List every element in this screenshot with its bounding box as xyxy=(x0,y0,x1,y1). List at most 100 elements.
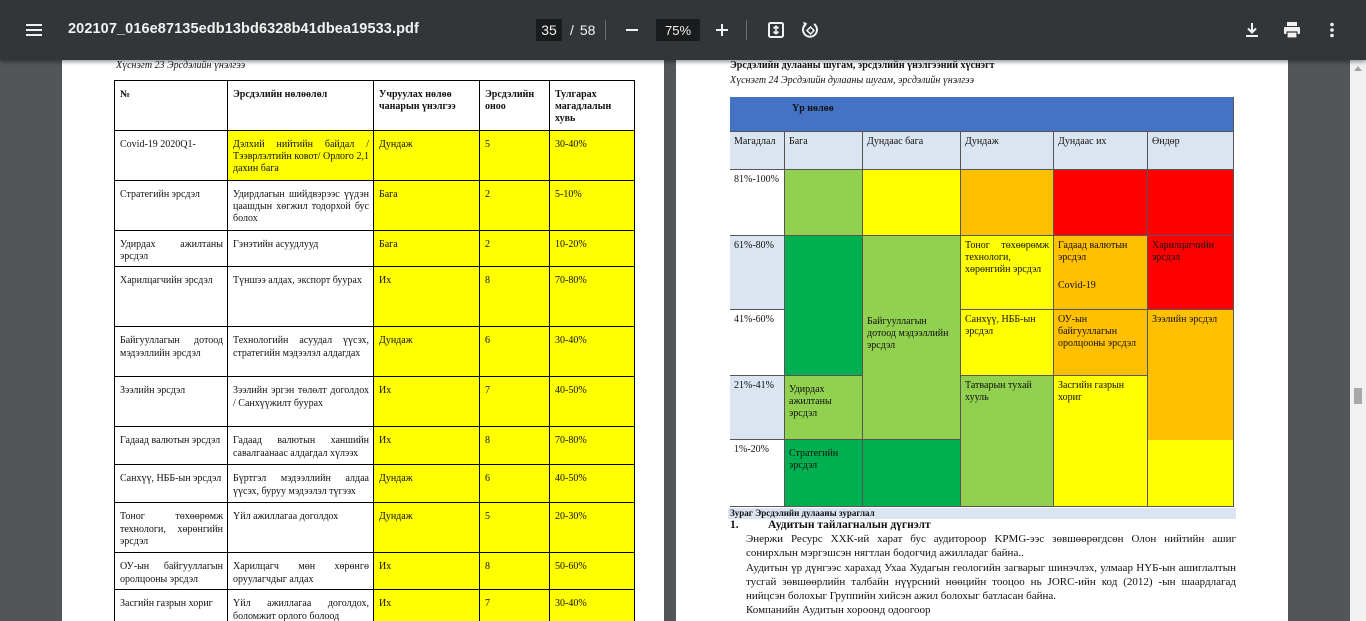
risk-impact-cell: Гадаад валютын ханшийн савалгаанаас алда… xyxy=(227,426,374,466)
heat-cell xyxy=(1148,170,1234,236)
matrix-row-label: 1%-20% xyxy=(730,440,785,507)
scroll-up-arrow-icon[interactable] xyxy=(1354,66,1362,71)
heat-cell xyxy=(1148,440,1234,507)
risk-impact-cell: Түншээ алдах, экспорт буурах xyxy=(227,266,374,328)
table-row: Байгууллагын дотоод мэдээллийн эрсдэл Тех… xyxy=(114,326,635,378)
table-row: Тоног төхөөрөмж технологи, хөрөнгийн эрс… xyxy=(114,502,635,554)
page-number-input[interactable] xyxy=(536,19,562,41)
heat-cell-strateg: Стратегийн эрсдэл xyxy=(785,440,863,507)
fit-page-icon[interactable] xyxy=(760,14,792,46)
table-row: Стратегийн эрсдэл Удирдлагын шийдвэрээс ү… xyxy=(114,180,635,231)
plus-icon[interactable] xyxy=(706,14,738,46)
risk-probability-cell: 40-50% xyxy=(549,376,635,428)
risk-name-cell: Зээлийн эрсдэл xyxy=(114,376,228,428)
risk-quality-cell: Дундаж xyxy=(373,130,480,181)
risk-name-cell: Байгууллагын дотоод мэдээллийн эрсдэл xyxy=(114,326,228,378)
matrix-top-label: Үр нөлөө xyxy=(730,97,1234,132)
table-row: Удирдах ажилтаны эрсдэл Гэнэтийн асуудлуу… xyxy=(114,229,635,268)
risk-name-cell: Засгийн газрын хориг xyxy=(114,589,228,621)
toolbar-divider xyxy=(605,20,606,40)
risk-name-cell: Тоног төхөөрөмж технологи, хөрөнгийн эрс… xyxy=(114,502,228,554)
header-cell: Учруулах нөлөө чанарын үнэлгээ xyxy=(373,80,480,131)
risk-name-cell: Харилцагчийн эрсдэл xyxy=(114,266,228,328)
matrix-col-header: Дундаас бага xyxy=(863,132,961,170)
table-row: Харилцагчийн эрсдэл Түншээ алдах, экспорт… xyxy=(114,266,635,328)
section-title: 1. Аудитын тайлагналын дүгнэлт xyxy=(730,519,931,531)
more-vert-icon[interactable] xyxy=(1316,14,1348,46)
heat-cell xyxy=(785,236,863,376)
heat-cell xyxy=(785,170,863,236)
section-number: 1. xyxy=(730,519,739,531)
risk-score-cell: 6 xyxy=(479,326,550,378)
risk-impact-cell: Удирдлагын шийдвэрээс үүдэн цаашдын хөгж… xyxy=(227,180,374,231)
risk-quality-cell: Дундаж xyxy=(373,464,480,504)
heat-cell-sanhuu: Санхүү, НББ-ын эрсдэл xyxy=(961,310,1054,376)
header-cell: Эрсдэлийн оноо xyxy=(479,80,550,131)
risk-quality-cell: Их xyxy=(373,552,480,591)
paragraph: Энержи Ресурс ХХК-ий харат бус аудитороо… xyxy=(746,533,1236,559)
risk-impact-cell: Бүртгэл мэдээллийн алдаа үүсэх, буруу мэ… xyxy=(227,464,374,504)
heat-cell-gadaad: Гадаад валютын эрсдэл Covid-19 xyxy=(1054,236,1148,310)
heat-cell-zeel: Зээлийн эрсдэл xyxy=(1148,310,1234,441)
print-icon[interactable] xyxy=(1276,14,1308,46)
figure-caption: Зураг Эрсдэлийн дулааны зураглал xyxy=(728,508,1236,519)
risk-score-cell: 6 xyxy=(479,464,550,504)
risk-name-cell: Стратегийн эрсдэл xyxy=(114,180,228,231)
risk-score-cell: 2 xyxy=(479,180,550,231)
heat-cell xyxy=(961,170,1054,236)
risk-score-cell: 8 xyxy=(479,552,550,591)
risk-quality-cell: Их xyxy=(373,589,480,621)
risk-name-cell: Удирдах ажилтаны эрсдэл xyxy=(114,229,228,268)
pdf-page-right: Эрсдэлийн дулааны шугам, эрсдэлийн үнэлг… xyxy=(676,60,1288,621)
table-row: Зээлийн эрсдэл Зээлийн эргэн төлөлт догол… xyxy=(114,376,635,428)
zoom-input[interactable] xyxy=(656,19,700,41)
risk-probability-cell: 70-80% xyxy=(549,426,635,466)
minus-icon[interactable] xyxy=(616,14,648,46)
table-header-row: № Эрсдэлийн нөлөөлөл Учруулах нөлөө чана… xyxy=(114,80,635,131)
page-selector: / 58 xyxy=(536,19,595,41)
vertical-scrollbar[interactable] xyxy=(1350,60,1366,621)
matrix-row-header: Магадлал xyxy=(730,132,785,170)
risk-heat-map: Үр нөлөө Магадлал Бага Дундаас бага Дунд… xyxy=(730,97,1234,507)
pdf-page-left: Хүснэгт 23 Эрсдэлийн үнэлгээ № Эрсдэлийн… xyxy=(62,60,664,621)
heat-cell-ou: ОУ-ын байгууллагын оролцооны эрсдэл xyxy=(1054,310,1148,376)
risk-impact-cell: Дэлхий нийтийн байдал /Тээврлэлтийн ково… xyxy=(227,130,374,181)
risk-impact-cell: Харилцагч мөн хөрөнгө оруулагчдыг алдах xyxy=(227,552,374,591)
table-row: Гадаад валютын эрсдэл Гадаад валютын ханш… xyxy=(114,426,635,466)
table-caption: Хүснэгт 23 Эрсдэлийн үнэлгээ xyxy=(116,60,246,71)
menu-icon[interactable] xyxy=(18,14,50,46)
risk-probability-cell: 30-40% xyxy=(549,326,635,378)
matrix-col-header: Бага xyxy=(785,132,863,170)
risk-quality-cell: Их xyxy=(373,426,480,466)
heat-cell-tonog: Тоног төхөөрөмж технологи, хөрөнгийн эрс… xyxy=(961,236,1054,310)
risk-probability-cell: 70-80% xyxy=(549,266,635,328)
risk-impact-cell: Зээлийн эргэн төлөлт доголдох / Санхүүжи… xyxy=(227,376,374,428)
heat-cell-udirdah: Удирдах ажилтаны эрсдэл xyxy=(785,376,863,440)
download-icon[interactable] xyxy=(1236,14,1268,46)
risk-score-cell: 2 xyxy=(479,229,550,268)
heat-cell xyxy=(863,440,961,507)
risk-score-cell: 8 xyxy=(479,426,550,466)
scroll-thumb[interactable] xyxy=(1354,388,1362,404)
risk-name-cell: ОУ-ын байгууллагын оролцооны эрсдэл xyxy=(114,552,228,591)
table-caption: Хүснэгт 24 Эрсдэлийн дулааны шугам, эрсд… xyxy=(730,75,974,86)
risk-probability-cell: 40-50% xyxy=(549,464,635,504)
risk-probability-cell: 30-40% xyxy=(549,130,635,181)
heat-cell-harilts: Харилцагчийн эрсдэл xyxy=(1148,236,1234,310)
heat-cell-tatvar: Татварын тухай хууль xyxy=(961,376,1054,507)
risk-probability-cell: 10-20% xyxy=(549,229,635,268)
heat-label: Гадаад валютын эрсдэл xyxy=(1058,240,1128,264)
paragraph: Компанийн Аудитын хороонд одоогоор xyxy=(746,604,931,616)
rotate-icon[interactable] xyxy=(794,14,826,46)
matrix-row-label: 41%-60% xyxy=(730,310,785,376)
page-total: 58 xyxy=(579,22,596,38)
risk-name-cell: Санхүү, НББ-ын эрсдэл xyxy=(114,464,228,504)
risk-name-cell: Covid-19 2020Q1- xyxy=(114,130,228,181)
matrix-col-header: Дундаж xyxy=(961,132,1054,170)
table-row: Covid-19 2020Q1- Дэлхий нийтийн байдал /Т… xyxy=(114,130,635,181)
risk-probability-cell: 5-10% xyxy=(549,180,635,231)
heat-cell-baig: Байгууллагын дотоод мэдээллийн эрсдэл xyxy=(863,236,961,440)
risk-quality-cell: Их xyxy=(373,376,480,428)
table-row: Санхүү, НББ-ын эрсдэл Бүртгэл мэдээллийн … xyxy=(114,464,635,504)
header-cell: Тулгарах магадлалын хувь xyxy=(549,80,635,131)
